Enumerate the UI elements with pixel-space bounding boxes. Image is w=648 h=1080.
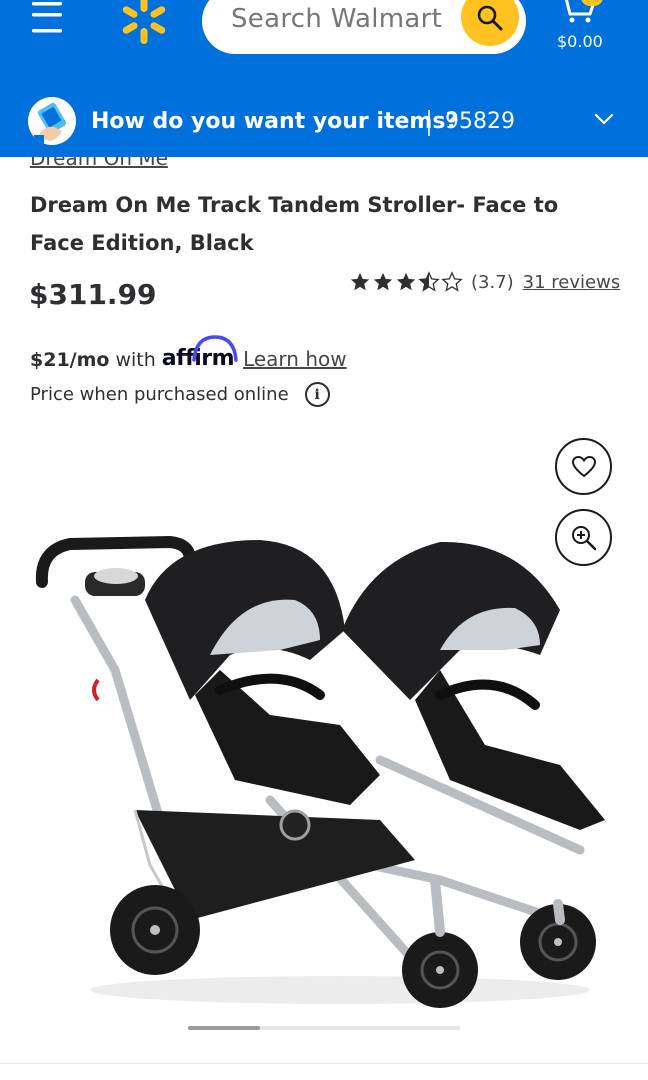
search-placeholder: Search Walmart [231,4,443,34]
affirm-financing: $21/mo with affirm Learn how [30,331,347,371]
header: Search Walmart $0.00 How do you want you… [0,0,648,157]
cart-button[interactable]: $0.00 [550,0,614,54]
zip-code: 95829 [445,109,515,134]
learn-how-link[interactable]: Learn how [243,347,347,371]
star-empty-icon [441,271,463,292]
star-icon [396,272,416,291]
cart-total: $0.00 [557,32,603,51]
rating-value: (3.7) [471,271,514,293]
product-title: Dream On Me Track Tandem Stroller- Face … [30,193,559,255]
fulfillment-selector[interactable]: How do you want your items? 95829 [0,88,648,157]
affirm-arc-icon [192,335,238,362]
section-divider [0,1063,648,1064]
fulfillment-icon [28,97,76,145]
image-carousel-indicator[interactable] [188,1026,460,1030]
carousel-position-thumb [188,1026,260,1030]
heart-icon [571,455,596,477]
star-icon [373,272,393,291]
affirm-logo: affirm [162,335,238,371]
menu-icon[interactable] [22,0,70,40]
price-note: Price when purchased online [30,384,289,405]
search-input[interactable]: Search Walmart [202,0,526,54]
star-rating [349,271,463,293]
rating: (3.7) 31 reviews [349,268,620,296]
monthly-payment: $21/mo [30,349,110,371]
chevron-down-icon [594,113,614,125]
fulfillment-divider [428,110,430,136]
star-icon [350,272,370,291]
price-note-row: Price when purchased online i [30,382,330,407]
with-text: with [115,349,156,371]
search-icon [477,5,503,31]
fulfillment-prompt: How do you want your items? [91,109,459,134]
price: $311.99 [29,278,157,311]
star-half-icon [418,271,440,292]
product-image[interactable] [20,520,620,1020]
spark-logo-icon[interactable] [116,0,172,46]
reviews-link[interactable]: 31 reviews [523,272,621,293]
info-icon[interactable]: i [304,382,330,407]
favorite-button[interactable] [555,438,612,495]
search-button[interactable] [461,0,519,46]
